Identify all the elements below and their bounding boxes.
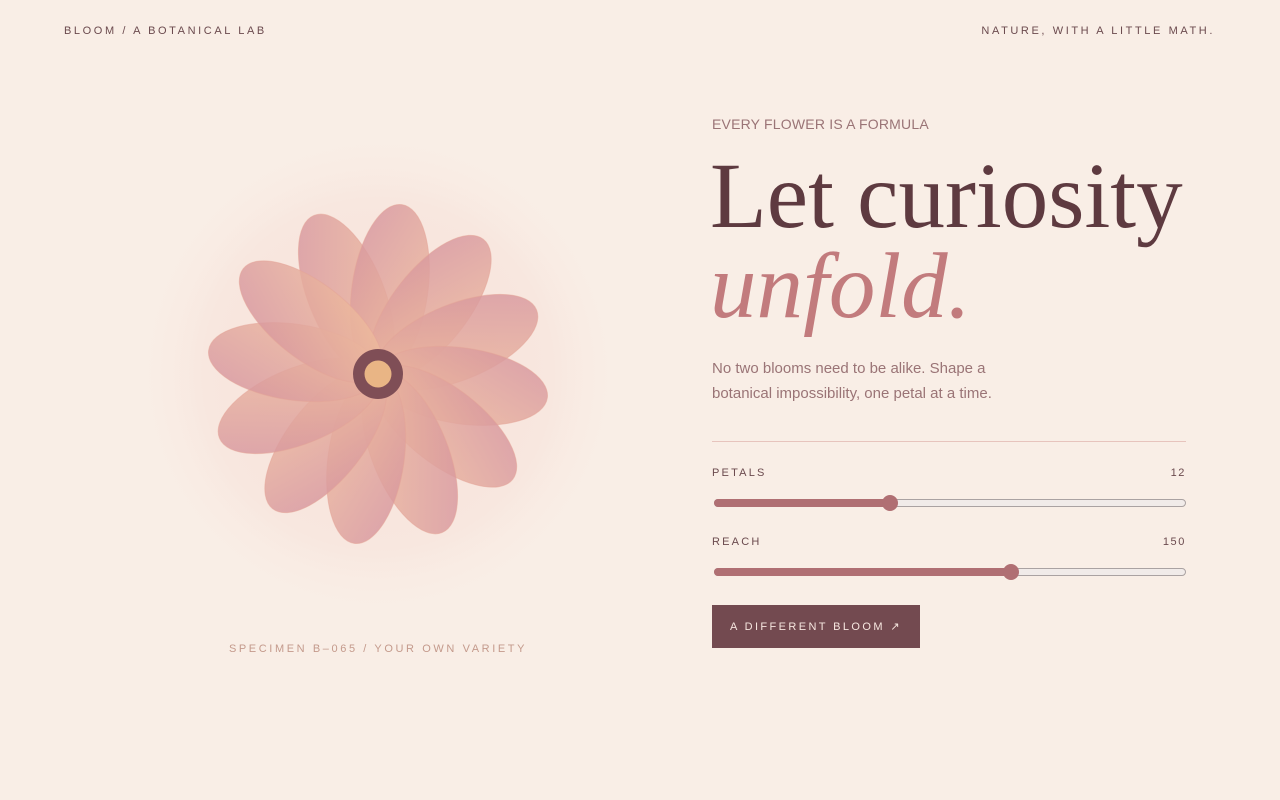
specimen-caption: SPECIMEN B–065 / YOUR OWN VARIETY (228, 643, 528, 655)
flower-svg (128, 124, 628, 624)
brand-title: BLOOM / A BOTANICAL LAB (64, 25, 267, 37)
petals-slider[interactable] (714, 495, 1186, 511)
reach-value: 150 (1162, 536, 1186, 548)
divider (712, 441, 1186, 442)
reach-slider-thumb[interactable] (1003, 564, 1020, 580)
hero-description: No two blooms need to be alike. Shape a … (712, 360, 992, 402)
petals-slider-thumb[interactable] (881, 495, 898, 511)
petals-label: PETALS (712, 467, 767, 479)
flower-illustration (128, 124, 628, 624)
headline-line-1: Let curiosity (710, 145, 1183, 248)
flower-center (364, 360, 392, 388)
hero-headline: Let curiosity unfold. (710, 150, 1183, 338)
petals-value: 12 (1170, 467, 1186, 479)
reach-slider-fill (714, 568, 1012, 576)
reach-label: REACH (712, 536, 762, 548)
petals-slider-fill (714, 499, 890, 507)
different-bloom-button[interactable]: A DIFFERENT BLOOM ↗ (712, 605, 920, 648)
hero-eyebrow: EVERY FLOWER IS A FORMULA (712, 116, 929, 132)
headline-line-2: unfold. (710, 235, 971, 338)
header-tagline: NATURE, WITH A LITTLE MATH. (981, 25, 1215, 37)
reach-slider[interactable] (714, 564, 1186, 580)
